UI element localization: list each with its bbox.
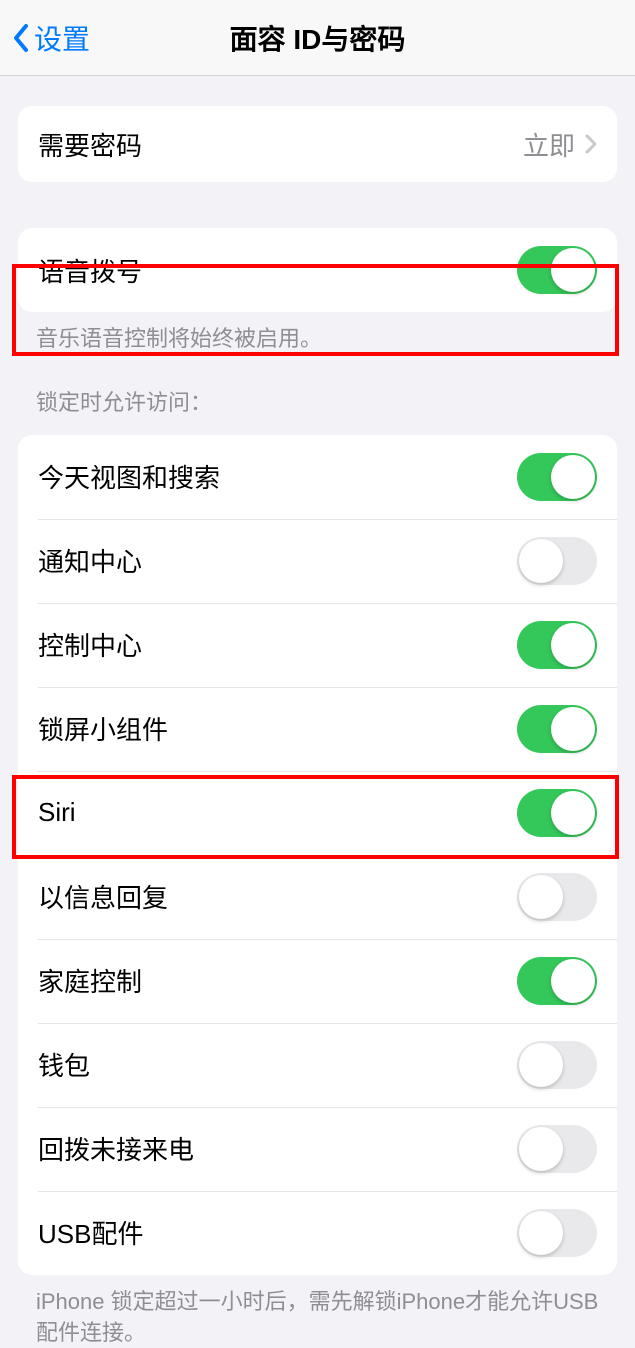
row-locked-3: 锁屏小组件: [38, 687, 617, 771]
toggle-locked-2[interactable]: [517, 621, 597, 669]
toggle-locked-6[interactable]: [517, 957, 597, 1005]
toggle-locked-4[interactable]: [517, 789, 597, 837]
row-locked-2: 控制中心: [38, 603, 617, 687]
toggle-locked-5[interactable]: [517, 873, 597, 921]
section-voice-dial: 语音拨号: [18, 228, 617, 312]
row-locked-8: 回拨未接来电: [38, 1107, 617, 1191]
footer-voice: 音乐语音控制将始终被启用。: [0, 312, 635, 355]
row-label: 以信息回复: [38, 878, 168, 915]
row-locked-0: 今天视图和搜索: [18, 435, 617, 519]
page-title: 面容 ID与密码: [230, 18, 406, 58]
row-locked-9: USB配件: [38, 1191, 617, 1275]
row-label: 语音拨号: [38, 252, 142, 289]
section-locked-access: 今天视图和搜索通知中心控制中心锁屏小组件 Siri 以信息回复家庭控制钱包回拨未接来…: [18, 435, 617, 1275]
row-label: 回拨未接来电: [38, 1130, 194, 1167]
toggle-locked-1[interactable]: [517, 537, 597, 585]
toggle-locked-0[interactable]: [517, 453, 597, 501]
toggle-voice-dial[interactable]: [517, 246, 597, 294]
row-label: 需要密码: [38, 126, 142, 163]
chevron-left-icon: [12, 23, 30, 53]
row-value: 立即: [523, 126, 597, 163]
value-text: 立即: [523, 126, 575, 163]
chevron-right-icon: [585, 134, 597, 154]
row-label: 今天视图和搜索: [38, 458, 220, 495]
toggle-locked-9[interactable]: [517, 1209, 597, 1257]
row-locked-4: Siri: [38, 771, 617, 855]
row-label: 锁屏小组件: [38, 710, 168, 747]
navbar: 设置 面容 ID与密码: [0, 0, 635, 76]
footer-locked: iPhone 锁定超过一小时后，需先解锁iPhone才能允许USB 配件连接。: [0, 1275, 635, 1348]
row-locked-6: 家庭控制: [38, 939, 617, 1023]
row-label: USB配件: [38, 1214, 143, 1251]
row-label: 控制中心: [38, 626, 142, 663]
section-passcode: 需要密码 立即: [18, 106, 617, 182]
row-voice-dial: 语音拨号: [18, 228, 617, 312]
back-label: 设置: [34, 18, 90, 58]
row-label: 家庭控制: [38, 962, 142, 999]
row-label: 钱包: [38, 1046, 90, 1083]
toggle-locked-7[interactable]: [517, 1041, 597, 1089]
row-locked-7: 钱包: [38, 1023, 617, 1107]
row-label: Siri: [38, 797, 76, 828]
toggle-locked-8[interactable]: [517, 1125, 597, 1173]
header-locked: 锁定时允许访问：: [0, 355, 635, 427]
row-require-passcode[interactable]: 需要密码 立即: [18, 106, 617, 182]
row-locked-1: 通知中心: [38, 519, 617, 603]
row-label: 通知中心: [38, 542, 142, 579]
row-locked-5: 以信息回复: [38, 855, 617, 939]
back-button[interactable]: 设置: [12, 18, 90, 58]
toggle-locked-3[interactable]: [517, 705, 597, 753]
content: 需要密码 立即 语音拨号 音乐语音控制将始终被启用。 锁定时允许访问： 今天视图…: [0, 106, 635, 1348]
